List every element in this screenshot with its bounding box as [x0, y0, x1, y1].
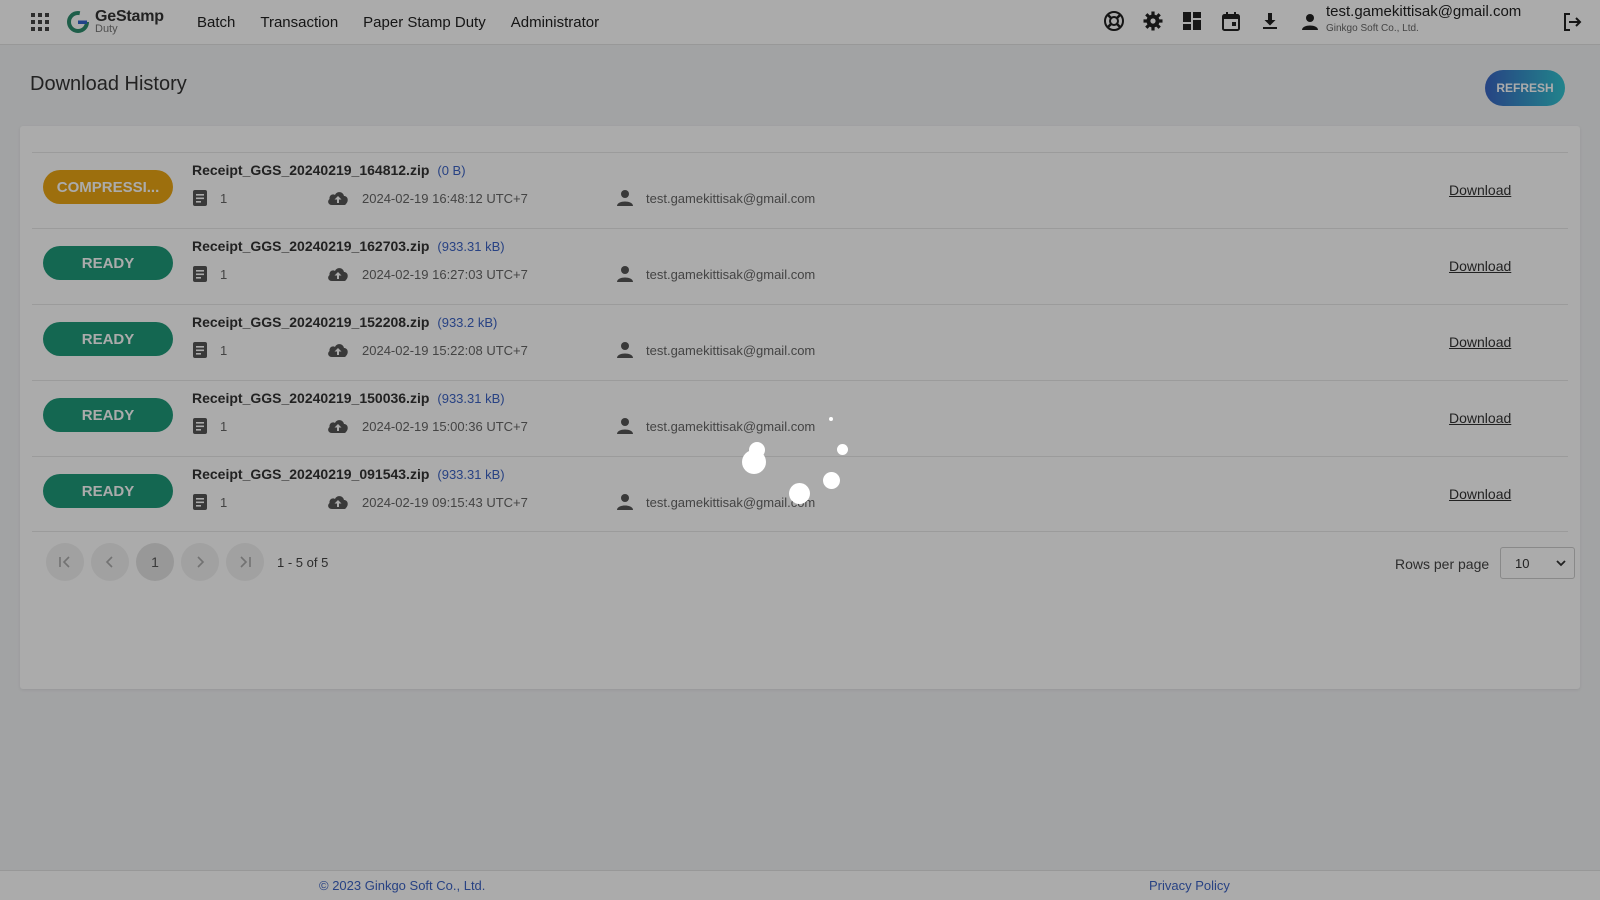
loading-overlay: [0, 0, 1600, 900]
